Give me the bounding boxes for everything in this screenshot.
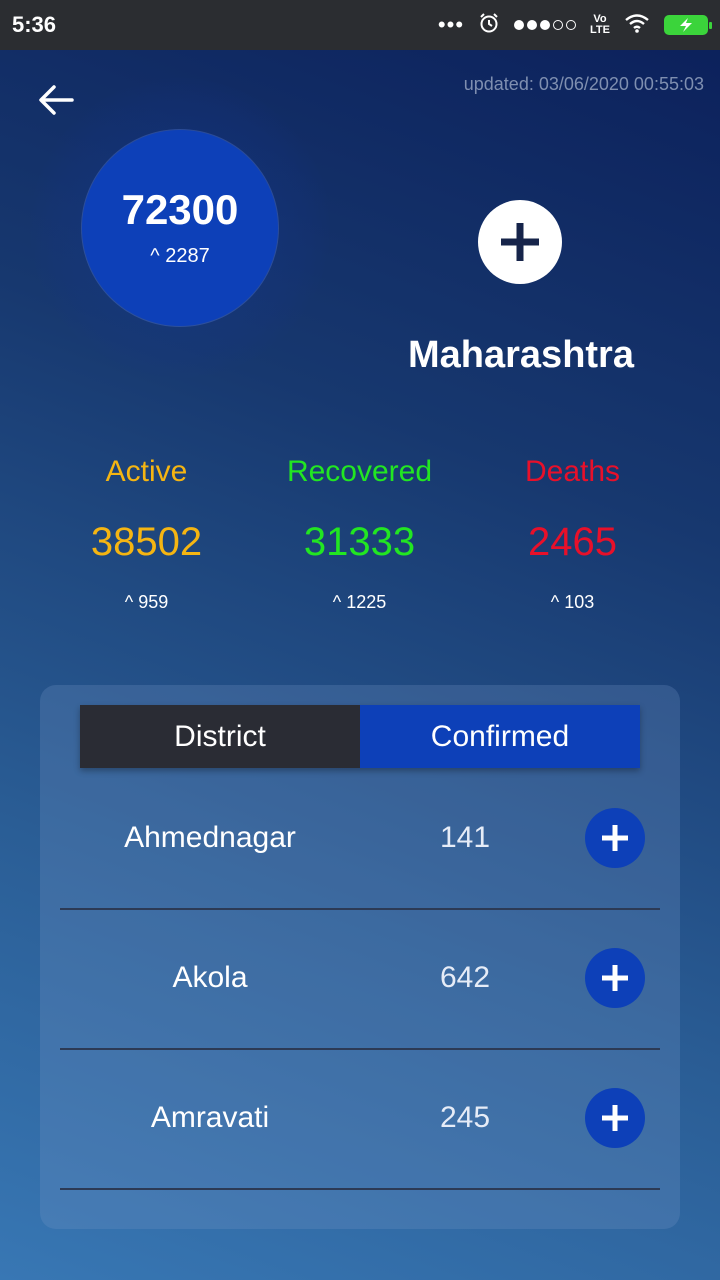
column-header-district[interactable]: District <box>80 705 360 768</box>
volte-icon: Vo LTE <box>590 13 610 36</box>
district-name: Ahmednagar <box>124 821 296 854</box>
alarm-icon <box>478 12 500 39</box>
district-confirmed: 642 <box>439 961 491 994</box>
district-confirmed: 141 <box>439 821 491 854</box>
updated-timestamp: updated: 03/06/2020 00:55:03 <box>463 74 704 94</box>
expand-plus-icon[interactable] <box>585 1088 645 1148</box>
signal-strength-icon <box>514 20 577 30</box>
district-name: Akola <box>172 961 248 994</box>
status-icons: ••• Vo LTE <box>437 12 712 39</box>
wifi-icon <box>624 13 650 38</box>
status-bar: 5:36 ••• Vo LTE <box>0 0 720 50</box>
stats-row: Active 38502 ^ 959 Recovered 31333 ^ 122… <box>40 450 680 613</box>
stat-delta: ^ 959 <box>124 592 169 612</box>
table-row[interactable]: Amravati 245 <box>60 1048 660 1190</box>
total-cases-circle: 72300 ^ 2287 <box>82 130 278 326</box>
district-name: Amravati <box>150 1101 270 1134</box>
stat-delta: ^ 103 <box>550 592 595 612</box>
table-row[interactable]: Ahmednagar 141 <box>60 768 660 910</box>
status-time: 5:36 <box>12 12 57 37</box>
stat-value: 38502 <box>90 520 203 564</box>
battery-charging-icon <box>664 15 712 35</box>
stat-recovered: Recovered 31333 ^ 1225 <box>253 450 466 613</box>
stat-value: 2465 <box>528 520 617 564</box>
district-table-card: District Confirmed Ahmednagar 141 Akola … <box>40 685 680 1229</box>
back-arrow-icon[interactable] <box>36 80 76 120</box>
stat-label: Deaths <box>524 455 621 488</box>
stat-deaths: Deaths 2465 ^ 103 <box>466 450 679 613</box>
expand-plus-icon[interactable] <box>585 948 645 1008</box>
more-dots-icon: ••• <box>437 12 465 37</box>
table-header: District Confirmed <box>80 705 640 768</box>
stat-label: Recovered <box>286 455 433 488</box>
stat-delta: ^ 1225 <box>332 592 387 612</box>
total-cases: 72300 <box>121 185 239 233</box>
state-plus-icon[interactable] <box>478 200 562 284</box>
stat-active: Active 38502 ^ 959 <box>40 450 253 613</box>
state-name: Maharashtra <box>408 334 634 376</box>
stat-value: 31333 <box>303 520 416 564</box>
district-confirmed: 245 <box>439 1101 491 1134</box>
stat-label: Active <box>105 455 188 488</box>
column-header-confirmed[interactable]: Confirmed <box>360 705 640 768</box>
total-cases-delta: ^ 2287 <box>150 244 210 267</box>
expand-plus-icon[interactable] <box>585 808 645 868</box>
table-row[interactable]: Akola 642 <box>60 908 660 1050</box>
